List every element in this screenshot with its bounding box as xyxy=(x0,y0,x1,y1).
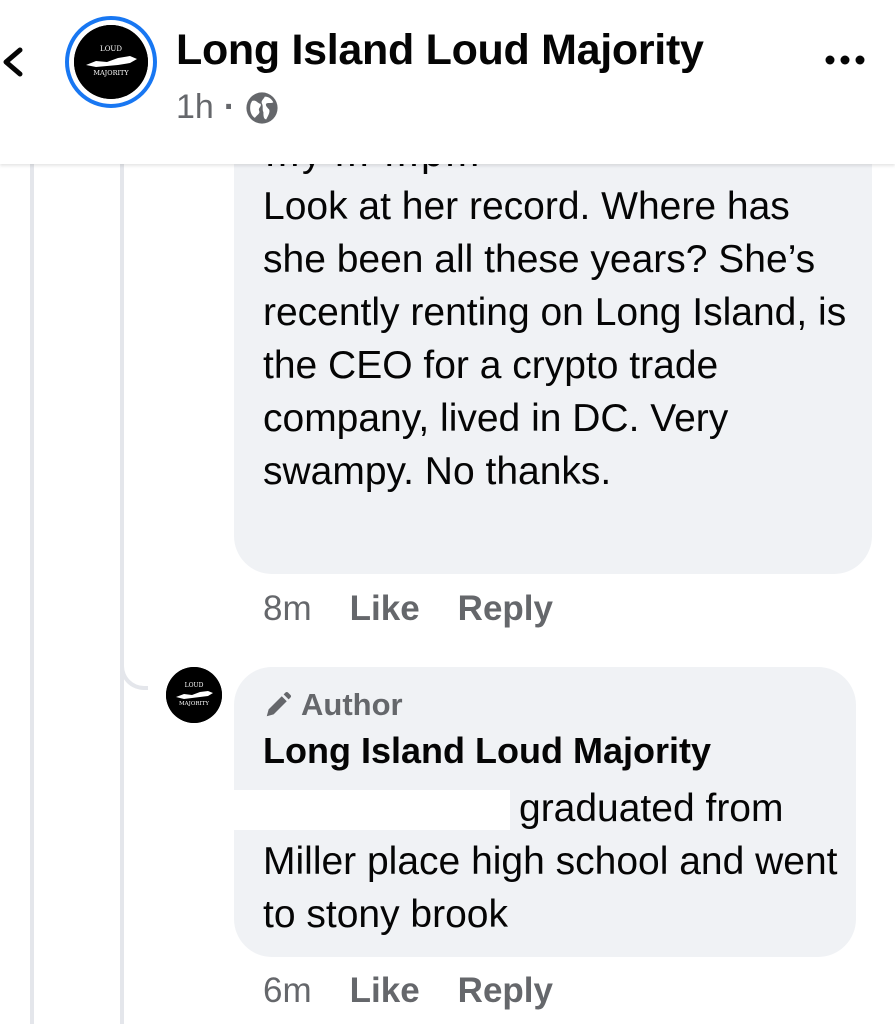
post-time[interactable]: 1h xyxy=(176,88,214,127)
loud-majority-logo: LOUD MAJORITY xyxy=(166,667,222,723)
post-header: LOUD MAJORITY Long Island Loud Majority … xyxy=(0,0,895,164)
comment-timestamp: 8m xyxy=(263,589,312,628)
avatar[interactable]: LOUD MAJORITY xyxy=(166,667,222,723)
more-dots-icon[interactable] xyxy=(824,50,866,70)
like-button[interactable]: Like xyxy=(350,589,420,629)
reply-bubble: Author Long Island Loud Majority graduat… xyxy=(234,667,856,957)
page-title[interactable]: Long Island Loud Majority xyxy=(176,26,704,75)
reply-button[interactable]: Reply xyxy=(458,589,553,629)
post-meta: 1h · xyxy=(176,88,279,127)
globe-icon xyxy=(246,91,278,124)
thread-line xyxy=(30,164,34,1024)
reply-text: graduated from Miller place high school … xyxy=(263,787,838,936)
comment-text: Look at her record. Where has she been a… xyxy=(263,185,847,493)
page-avatar[interactable]: LOUD MAJORITY xyxy=(65,16,157,108)
meta-separator: · xyxy=(223,88,236,126)
reply-timestamp: 6m xyxy=(263,971,312,1010)
thread-line-nested xyxy=(120,164,124,1024)
loud-majority-logo: LOUD MAJORITY xyxy=(74,25,148,99)
comment-author-name[interactable]: Long Island Loud Majority xyxy=(263,730,711,772)
comment-actions: 8m Like Reply xyxy=(263,589,591,629)
author-badge: Author xyxy=(263,687,403,723)
pencil-icon xyxy=(266,691,292,717)
svg-text:LOUD: LOUD xyxy=(100,45,122,53)
reply-button[interactable]: Reply xyxy=(458,971,553,1011)
comment-bubble: …y … …p… Look at her record. Where has s… xyxy=(234,100,872,574)
chevron-left-icon[interactable] xyxy=(0,42,30,82)
like-button[interactable]: Like xyxy=(350,971,420,1011)
svg-text:MAJORITY: MAJORITY xyxy=(93,69,129,77)
post-comments-screen: …y … …p… Look at her record. Where has s… xyxy=(0,0,895,1024)
svg-text:LOUD: LOUD xyxy=(185,682,204,689)
reply-actions: 6m Like Reply xyxy=(263,971,591,1011)
avatar-image: LOUD MAJORITY xyxy=(74,25,148,99)
svg-text:MAJORITY: MAJORITY xyxy=(179,701,209,707)
thread-reply-connector xyxy=(120,640,148,690)
author-badge-label: Author xyxy=(301,687,403,722)
